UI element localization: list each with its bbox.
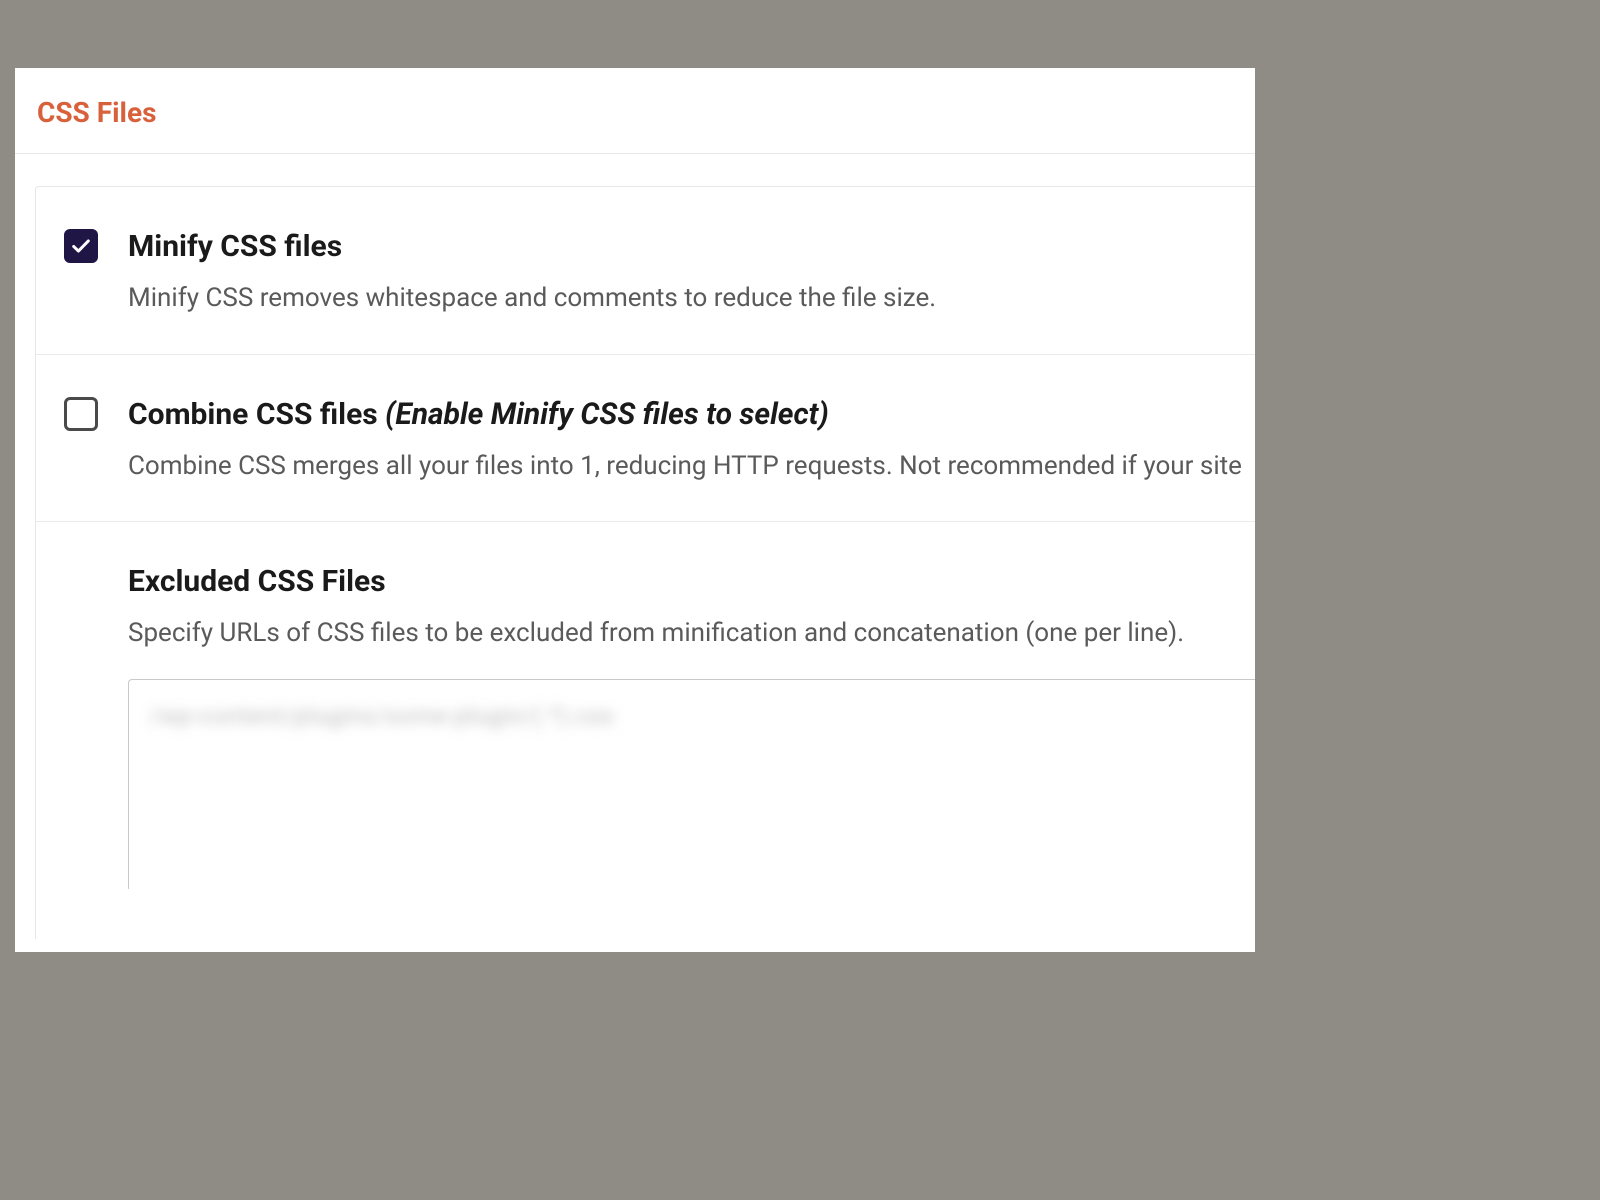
- excluded-css-textarea[interactable]: /wp-content/plugins/some-plugin/(.*).css: [128, 679, 1255, 889]
- check-icon: [70, 235, 92, 257]
- excluded-css-row: Excluded CSS Files Specify URLs of CSS f…: [36, 522, 1255, 939]
- css-files-panel: CSS Files Minify CSS files Minify CSS re…: [15, 68, 1255, 952]
- combine-css-hint: (Enable Minify CSS files to select): [385, 397, 829, 432]
- minify-css-description: Minify CSS removes whitespace and commen…: [128, 280, 1255, 318]
- excluded-css-title: Excluded CSS Files: [128, 562, 1255, 601]
- excluded-css-description: Specify URLs of CSS files to be excluded…: [128, 615, 1255, 653]
- section-title: CSS Files: [15, 68, 1255, 154]
- minify-css-row: Minify CSS files Minify CSS removes whit…: [36, 187, 1255, 355]
- combine-css-label: Combine CSS files (Enable Minify CSS fil…: [128, 395, 1255, 434]
- minify-css-label: Minify CSS files: [128, 227, 1255, 266]
- excluded-css-placeholder: /wp-content/plugins/some-plugin/(.*).css: [149, 702, 614, 730]
- minify-css-checkbox[interactable]: [64, 229, 98, 263]
- settings-container: Minify CSS files Minify CSS removes whit…: [35, 186, 1255, 939]
- combine-css-checkbox[interactable]: [64, 397, 98, 431]
- combine-css-description: Combine CSS merges all your files into 1…: [128, 448, 1255, 486]
- combine-css-label-text: Combine CSS files: [128, 397, 385, 432]
- combine-css-row: Combine CSS files (Enable Minify CSS fil…: [36, 355, 1255, 523]
